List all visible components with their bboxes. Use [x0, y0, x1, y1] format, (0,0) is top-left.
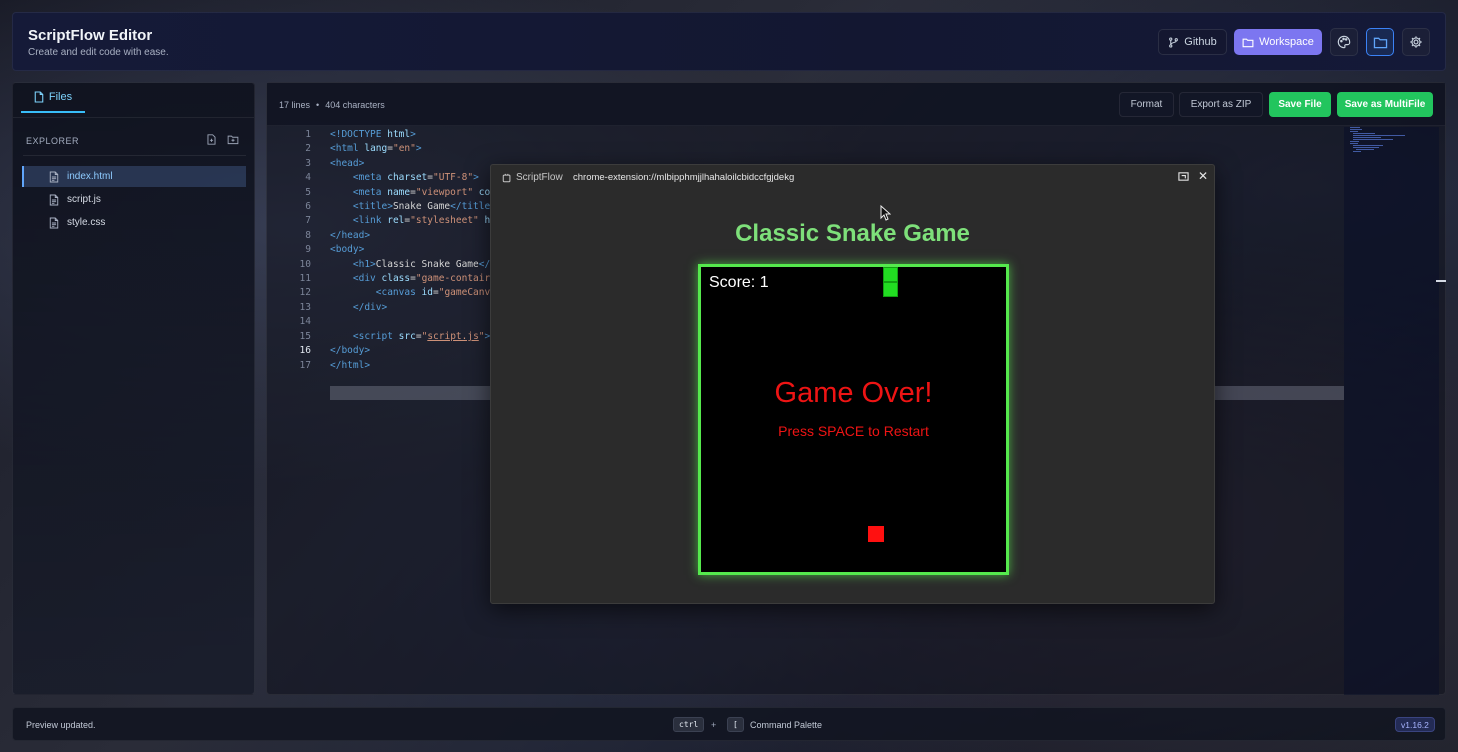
save-file-button[interactable]: Save File — [1269, 92, 1331, 117]
file-item-style-css[interactable]: style.css — [22, 212, 246, 233]
line-number: 13 — [299, 302, 311, 313]
workspace-button[interactable]: Workspace — [1234, 29, 1322, 55]
app-header: ScriptFlow Editor Create and edit code w… — [12, 12, 1446, 71]
divider — [13, 117, 254, 118]
score-display: Score: 1 — [709, 274, 769, 291]
code-line: <body> — [330, 244, 365, 255]
mouse-cursor-icon — [880, 205, 891, 221]
app-title: ScriptFlow Editor — [28, 27, 153, 44]
version-badge: v1.16.2 — [1395, 717, 1435, 732]
line-number: 6 — [305, 201, 311, 212]
status-bar: Preview updated. ctrl + [ Command Palett… — [12, 707, 1446, 741]
expand-icon[interactable] — [1178, 171, 1189, 182]
stat-separator: • — [316, 100, 320, 110]
code-line: <canvas id="gameCanv — [375, 287, 491, 298]
snake-segment — [883, 267, 898, 282]
file-icon — [34, 91, 44, 103]
game-over-text: Game Over! — [774, 377, 933, 409]
scrollbar-thumb[interactable] — [1436, 280, 1446, 282]
line-number: 5 — [305, 187, 311, 198]
format-button[interactable]: Format — [1119, 92, 1174, 117]
preview-app-name: ScriptFlow — [516, 172, 563, 183]
extension-icon — [502, 173, 512, 183]
new-folder-icon[interactable] — [227, 134, 239, 145]
git-branch-icon — [1168, 36, 1179, 48]
editor-toolbar: 17 lines • 404 characters Format Export … — [267, 83, 1445, 126]
game-canvas[interactable]: Score: 1 Game Over! Press SPACE to Resta… — [698, 264, 1009, 575]
divider — [23, 155, 246, 156]
code-line: <title>Snake Game</title — [352, 201, 491, 212]
bracket-key-hint: [ — [727, 717, 744, 732]
code-line: <h1>Classic Snake Game</ — [352, 259, 491, 270]
folder-icon — [1242, 37, 1254, 48]
code-line: <meta name="viewport" co — [352, 187, 491, 198]
line-number: 16 — [299, 345, 311, 356]
file-name: style.css — [67, 217, 106, 228]
line-number: 2 — [305, 143, 311, 154]
preview-url: chrome-extension://mlbipphmjjlhahaloilcb… — [573, 172, 795, 183]
file-sidebar: Files EXPLORER index.html script.js styl… — [12, 82, 255, 695]
line-number: 10 — [299, 259, 311, 270]
status-message: Preview updated. — [26, 720, 96, 730]
file-name: script.js — [67, 194, 101, 205]
code-line: <html lang="en"> — [330, 143, 422, 154]
char-count: 404 characters — [325, 100, 385, 110]
line-number: 11 — [299, 273, 311, 284]
line-count: 17 lines — [279, 100, 311, 110]
code-line: <meta charset="UTF-8"> — [352, 172, 479, 183]
export-zip-button[interactable]: Export as ZIP — [1179, 92, 1263, 117]
app-subtitle: Create and edit code with ease. — [28, 47, 169, 58]
palette-icon — [1337, 35, 1351, 49]
file-icon — [49, 171, 59, 183]
game-title: Classic Snake Game — [735, 220, 970, 247]
file-name: index.html — [67, 171, 113, 182]
file-icon — [49, 217, 59, 229]
line-number: 12 — [299, 287, 311, 298]
new-file-icon[interactable] — [206, 134, 217, 145]
gear-icon — [1409, 35, 1423, 49]
code-line: </body> — [330, 345, 371, 356]
key-plus: + — [711, 720, 717, 730]
line-number: 9 — [305, 244, 311, 255]
file-item-index-html[interactable]: index.html — [22, 166, 246, 187]
preview-window: ScriptFlow chrome-extension://mlbipphmjj… — [490, 164, 1215, 604]
save-multifile-button[interactable]: Save as MultiFile — [1337, 92, 1433, 117]
theme-palette-button[interactable] — [1330, 28, 1358, 56]
snake-segment — [883, 282, 898, 297]
close-icon[interactable]: ✕ — [1198, 169, 1208, 183]
file-icon — [49, 194, 59, 206]
preview-titlebar: ScriptFlow chrome-extension://mlbipphmjj… — [491, 165, 1214, 189]
tab-files-label: Files — [48, 91, 73, 103]
line-number: 4 — [305, 172, 311, 183]
command-palette-hint[interactable]: Command Palette — [750, 720, 822, 730]
file-item-script-js[interactable]: script.js — [22, 189, 246, 210]
code-line: </div> — [352, 302, 388, 313]
github-button[interactable]: Github — [1158, 29, 1227, 55]
code-line: </html> — [330, 360, 371, 371]
line-number: 17 — [299, 360, 311, 371]
line-number: 8 — [305, 230, 311, 241]
code-line: <link rel="stylesheet" h — [352, 215, 491, 226]
code-line: <script src="script.js"> — [352, 331, 491, 342]
workspace-label: Workspace — [1259, 36, 1314, 48]
code-line: <!DOCTYPE html> — [330, 129, 416, 140]
code-minimap[interactable] — [1344, 127, 1439, 695]
explorer-heading: EXPLORER — [26, 136, 80, 146]
settings-button[interactable] — [1402, 28, 1430, 56]
code-line: </head> — [330, 230, 371, 241]
line-number: 14 — [299, 316, 311, 327]
line-number: 15 — [299, 331, 311, 342]
restart-hint: Press SPACE to Restart — [778, 423, 929, 439]
line-number: 1 — [305, 129, 311, 140]
tab-files[interactable]: Files — [21, 83, 85, 113]
line-number: 3 — [305, 158, 311, 169]
line-number: 7 — [305, 215, 311, 226]
ctrl-key-hint: ctrl — [673, 717, 705, 732]
github-label: Github — [1184, 36, 1217, 48]
food-item — [868, 526, 884, 542]
code-line: <div class="game-contair — [352, 273, 491, 284]
explorer-toggle-button[interactable] — [1366, 28, 1394, 56]
folder-icon — [1373, 36, 1388, 49]
code-line: <head> — [330, 158, 365, 169]
